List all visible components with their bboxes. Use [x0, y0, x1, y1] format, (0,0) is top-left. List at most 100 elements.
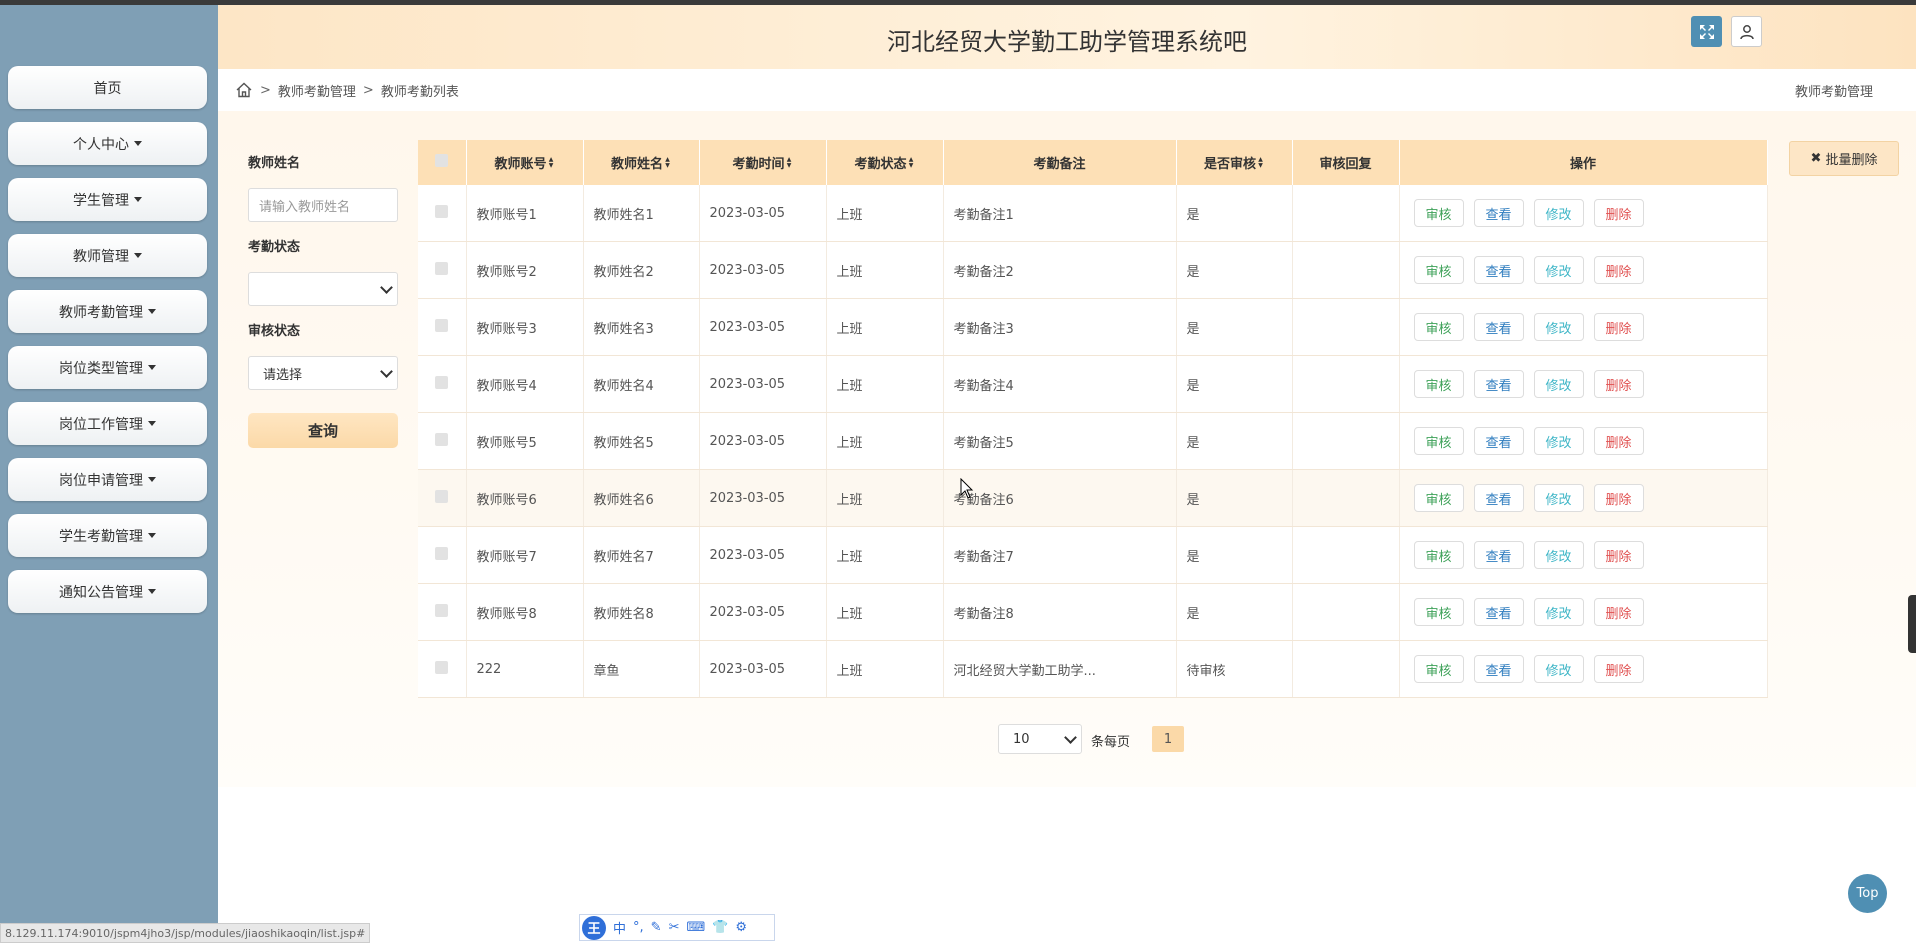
home-icon[interactable] — [235, 81, 253, 99]
audit-button[interactable]: 审核 — [1413, 427, 1464, 455]
audit-button[interactable]: 审核 — [1413, 370, 1464, 398]
delete-button[interactable]: 删除 — [1593, 541, 1644, 569]
row-checkbox[interactable] — [418, 185, 467, 242]
ime-punct[interactable]: °, — [633, 920, 644, 935]
attendance-status-select[interactable] — [248, 272, 398, 306]
edit-button[interactable]: 修改 — [1533, 541, 1584, 569]
caret-down-icon — [134, 253, 142, 258]
sidebar-item[interactable]: 学生管理 — [8, 178, 207, 221]
per-page-label: 条每页 — [1091, 735, 1131, 750]
sidebar-item[interactable]: 教师考勤管理 — [8, 290, 207, 333]
caret-down-icon — [148, 421, 156, 426]
shirt-icon[interactable]: 👕 — [712, 920, 728, 935]
sidebar-item[interactable]: 首页 — [8, 66, 207, 109]
ime-logo[interactable]: 王 — [582, 915, 606, 940]
edit-button[interactable]: 修改 — [1533, 370, 1584, 398]
audit-button[interactable]: 审核 — [1413, 484, 1464, 512]
view-button[interactable]: 查看 — [1473, 598, 1524, 626]
row-checkbox[interactable] — [418, 412, 467, 470]
sidebar-item[interactable]: 学生考勤管理 — [8, 514, 207, 557]
audit-button[interactable]: 审核 — [1413, 199, 1464, 227]
sidebar-item[interactable]: 个人中心 — [8, 122, 207, 165]
sort-icon[interactable]: ▲▼ — [786, 156, 793, 168]
view-button[interactable]: 查看 — [1473, 256, 1524, 284]
audit-button[interactable]: 审核 — [1413, 256, 1464, 284]
view-button[interactable]: 查看 — [1473, 655, 1524, 683]
ime-mode[interactable]: 中 — [613, 918, 626, 937]
fullscreen-button[interactable] — [1691, 16, 1722, 47]
column-header[interactable]: 教师姓名▲▼ — [583, 140, 700, 185]
delete-button[interactable]: 删除 — [1593, 256, 1644, 284]
delete-button[interactable]: 删除 — [1593, 370, 1644, 398]
sort-icon[interactable]: ▲▼ — [908, 156, 915, 168]
back-to-top-button[interactable]: Top — [1848, 874, 1887, 913]
view-button[interactable]: 查看 — [1473, 541, 1524, 569]
cell-name: 教师姓名3 — [583, 298, 700, 356]
sort-icon[interactable]: ▲▼ — [1257, 156, 1264, 168]
query-button[interactable]: 查询 — [248, 413, 398, 448]
column-header[interactable]: 教师账号▲▼ — [466, 140, 584, 185]
delete-button[interactable]: 删除 — [1593, 655, 1644, 683]
audit-button[interactable]: 审核 — [1413, 541, 1464, 569]
view-button[interactable]: 查看 — [1473, 427, 1524, 455]
keyboard-icon[interactable]: ⌨ — [686, 920, 705, 935]
pen-icon[interactable]: ✎ — [651, 920, 662, 935]
scissors-icon[interactable]: ✂ — [669, 920, 680, 935]
sort-icon[interactable]: ▲▼ — [548, 156, 555, 168]
audit-button[interactable]: 审核 — [1413, 313, 1464, 341]
sidebar-item[interactable]: 岗位申请管理 — [8, 458, 207, 501]
cell-note: 考勤备注6 — [943, 469, 1177, 527]
select-all-checkbox[interactable] — [418, 140, 467, 185]
audit-status-select[interactable]: 请选择 — [248, 356, 398, 390]
row-checkbox[interactable] — [418, 583, 467, 641]
cell-status: 上班 — [826, 583, 944, 641]
audit-button[interactable]: 审核 — [1413, 655, 1464, 683]
audit-button[interactable]: 审核 — [1413, 598, 1464, 626]
column-header[interactable]: 考勤状态▲▼ — [826, 140, 944, 185]
cell-note: 考勤备注1 — [943, 185, 1177, 242]
delete-button[interactable]: 删除 — [1593, 313, 1644, 341]
cell-audited: 是 — [1176, 355, 1293, 413]
row-checkbox[interactable] — [418, 640, 467, 698]
user-button[interactable] — [1731, 16, 1762, 47]
side-drawer-tab[interactable] — [1908, 595, 1916, 653]
edit-button[interactable]: 修改 — [1533, 598, 1584, 626]
column-header[interactable]: 是否审核▲▼ — [1176, 140, 1293, 185]
edit-button[interactable]: 修改 — [1533, 655, 1584, 683]
sort-icon[interactable]: ▲▼ — [664, 156, 671, 168]
cell-status: 上班 — [826, 298, 944, 356]
column-header[interactable]: 考勤时间▲▼ — [699, 140, 827, 185]
view-button[interactable]: 查看 — [1473, 484, 1524, 512]
edit-button[interactable]: 修改 — [1533, 484, 1584, 512]
cell-actions: 审核 查看 修改 删除 — [1399, 526, 1768, 584]
page-size-select[interactable]: 10 — [998, 724, 1082, 754]
edit-button[interactable]: 修改 — [1533, 256, 1584, 284]
sidebar-item[interactable]: 岗位类型管理 — [8, 346, 207, 389]
row-checkbox[interactable] — [418, 355, 467, 413]
sidebar-item[interactable]: 通知公告管理 — [8, 570, 207, 613]
row-checkbox[interactable] — [418, 469, 467, 527]
sidebar-item[interactable]: 教师管理 — [8, 234, 207, 277]
sidebar-item[interactable]: 岗位工作管理 — [8, 402, 207, 445]
edit-button[interactable]: 修改 — [1533, 199, 1584, 227]
view-button[interactable]: 查看 — [1473, 370, 1524, 398]
teacher-name-input[interactable]: 请输入教师姓名 — [248, 188, 398, 222]
fullscreen-icon — [1699, 24, 1714, 39]
breadcrumb-item-module[interactable]: 教师考勤管理 — [278, 81, 356, 100]
cell-name: 教师姓名6 — [583, 469, 700, 527]
delete-button[interactable]: 删除 — [1593, 199, 1644, 227]
delete-button[interactable]: 删除 — [1593, 484, 1644, 512]
delete-button[interactable]: 删除 — [1593, 598, 1644, 626]
gear-icon[interactable]: ⚙ — [735, 920, 747, 935]
row-checkbox[interactable] — [418, 241, 467, 299]
delete-button[interactable]: 删除 — [1593, 427, 1644, 455]
view-button[interactable]: 查看 — [1473, 313, 1524, 341]
row-checkbox[interactable] — [418, 298, 467, 356]
edit-button[interactable]: 修改 — [1533, 313, 1584, 341]
edit-button[interactable]: 修改 — [1533, 427, 1584, 455]
page-number-current[interactable]: 1 — [1152, 726, 1184, 752]
view-button[interactable]: 查看 — [1473, 199, 1524, 227]
row-checkbox[interactable] — [418, 526, 467, 584]
batch-delete-button[interactable]: ✖ 批量删除 — [1789, 141, 1899, 176]
batch-delete-label: 批量删除 — [1825, 153, 1878, 168]
